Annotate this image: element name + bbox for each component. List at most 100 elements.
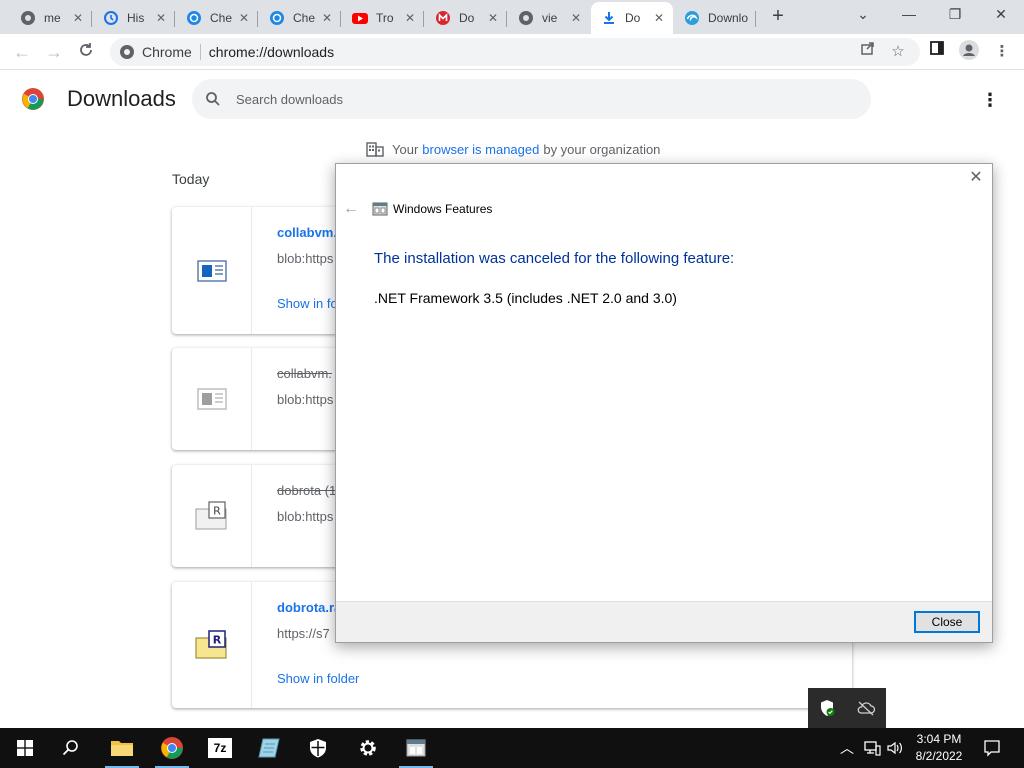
download-url[interactable]: https://s7 <box>277 626 330 641</box>
download-url[interactable]: blob:https <box>277 392 333 407</box>
rar-archive-icon: R <box>195 630 226 659</box>
tab-5[interactable]: Tro ✕ <box>342 2 424 34</box>
gear-icon <box>360 740 376 756</box>
page-title: Downloads <box>67 86 176 111</box>
profile-avatar-icon[interactable] <box>957 40 981 64</box>
building-icon <box>366 142 384 157</box>
download-filename[interactable]: collabvm. <box>277 225 337 240</box>
managed-link[interactable]: browser is managed <box>422 142 539 157</box>
search-icon <box>206 92 220 106</box>
search-input[interactable] <box>236 79 836 119</box>
notepad-icon <box>258 738 280 758</box>
restore-button[interactable]: ❐ <box>932 0 978 30</box>
tab-4[interactable]: Che ✕ <box>259 2 341 34</box>
windows-security-taskbar-button[interactable] <box>295 728 341 768</box>
action-center-icon[interactable] <box>980 728 1004 768</box>
close-tab-icon[interactable]: ✕ <box>651 10 667 26</box>
bookmark-star-icon[interactable]: ☆ <box>886 40 910 64</box>
tab-7[interactable]: vie ✕ <box>508 2 590 34</box>
tab-9[interactable]: Downlo <box>674 2 756 34</box>
tab-3[interactable]: Che ✕ <box>176 2 258 34</box>
clock-time: 3:04 PM <box>916 732 962 746</box>
show-hidden-icons-chevron-icon[interactable]: ︿ <box>838 728 856 768</box>
url-text[interactable]: chrome://downloads <box>209 44 334 60</box>
taskbar: 7z ︿ 3:04 PM 8/2/2022 <box>0 728 1024 768</box>
show-in-folder-link[interactable]: Show in fo <box>277 296 338 311</box>
side-panel-icon[interactable] <box>925 40 949 64</box>
dialog-close-icon[interactable]: ✕ <box>968 170 984 186</box>
show-in-folder-link[interactable]: Show in folder <box>277 671 359 686</box>
search-box[interactable] <box>192 79 871 119</box>
settings-taskbar-button[interactable] <box>345 728 391 768</box>
browser-menu-icon[interactable]: ⋮ <box>990 40 1014 64</box>
download-filename[interactable]: collabvm. <box>277 366 332 381</box>
downloads-header: Downloads ⋮ <box>0 70 1024 128</box>
share-icon[interactable] <box>856 40 880 64</box>
notepad-taskbar-button[interactable] <box>246 728 292 768</box>
close-tab-icon[interactable]: ✕ <box>402 10 418 26</box>
file-explorer-taskbar-button[interactable] <box>99 728 145 768</box>
svg-text:R: R <box>212 634 221 647</box>
taskbar-clock[interactable]: 3:04 PM 8/2/2022 <box>906 731 972 765</box>
youtube-icon <box>352 10 368 26</box>
chrome-icon <box>20 10 36 26</box>
rar-archive-icon: R <box>195 501 226 530</box>
network-icon[interactable] <box>862 728 882 768</box>
back-button[interactable]: ← <box>10 40 34 64</box>
browser-toolbar: ← → Chrome chrome://downloads ☆ ⋮ <box>0 34 1024 70</box>
tab-2[interactable]: His ✕ <box>93 2 175 34</box>
mega-icon <box>435 10 451 26</box>
managed-suffix: by your organization <box>543 141 661 157</box>
download-url[interactable]: blob:https <box>277 251 333 266</box>
close-button[interactable]: Close <box>914 611 980 633</box>
tab-title: Downlo <box>708 11 749 25</box>
search-button[interactable] <box>48 728 94 768</box>
downloads-menu-icon[interactable]: ⋮ <box>980 88 1000 112</box>
tab-title: Che <box>210 11 233 25</box>
windows-features-icon <box>406 739 426 757</box>
tab-search-chevron-icon[interactable]: ⌄ <box>840 0 886 30</box>
close-tab-icon[interactable]: ✕ <box>153 10 169 26</box>
chatgpt-icon <box>186 10 202 26</box>
close-tab-icon[interactable]: ✕ <box>70 10 86 26</box>
reload-button[interactable] <box>74 40 98 64</box>
shield-icon <box>310 739 326 758</box>
history-icon <box>103 10 119 26</box>
dialog-footer: Close <box>336 601 992 642</box>
close-tab-icon[interactable]: ✕ <box>319 10 335 26</box>
7zip-taskbar-button[interactable]: 7z <box>197 728 243 768</box>
forward-button[interactable]: → <box>42 40 66 64</box>
tab-title: His <box>127 11 145 25</box>
close-tab-icon[interactable]: ✕ <box>485 10 501 26</box>
reload-icon <box>80 43 92 56</box>
chrome-logo-icon <box>22 88 44 110</box>
tab-downloads-active[interactable]: Do ✕ <box>591 2 673 34</box>
dialog-back-icon[interactable]: ← <box>343 200 359 218</box>
start-button[interactable] <box>2 728 48 768</box>
minimize-button[interactable]: — <box>886 0 932 30</box>
onedrive-offline-icon[interactable] <box>856 700 876 716</box>
close-window-button[interactable]: ✕ <box>978 0 1024 30</box>
vm-file-icon <box>196 259 227 282</box>
download-url[interactable]: blob:https <box>277 509 333 524</box>
vm-file-icon <box>196 388 227 410</box>
dialog-message: The installation was canceled for the fo… <box>374 250 735 267</box>
new-tab-button[interactable]: + <box>768 6 788 27</box>
download-filename[interactable]: dobrota (1 <box>277 483 336 498</box>
windows-security-icon[interactable] <box>818 699 836 717</box>
download-icon <box>601 10 617 26</box>
close-tab-icon[interactable]: ✕ <box>236 10 252 26</box>
tab-6[interactable]: Do ✕ <box>425 2 507 34</box>
tab-1[interactable]: me ✕ <box>10 2 92 34</box>
windows-features-dialog: ✕ ← Windows Features The installation wa… <box>335 163 993 643</box>
download-filename[interactable]: dobrota.ra <box>277 600 341 615</box>
chrome-taskbar-button[interactable] <box>149 728 195 768</box>
edge-icon <box>684 10 700 26</box>
address-bar[interactable]: Chrome chrome://downloads <box>110 38 920 66</box>
volume-icon[interactable] <box>885 728 905 768</box>
tab-title: me <box>44 11 61 25</box>
tab-title: vie <box>542 11 558 25</box>
optional-features-taskbar-button[interactable] <box>393 728 439 768</box>
chrome-icon <box>120 45 134 59</box>
close-tab-icon[interactable]: ✕ <box>568 10 584 26</box>
